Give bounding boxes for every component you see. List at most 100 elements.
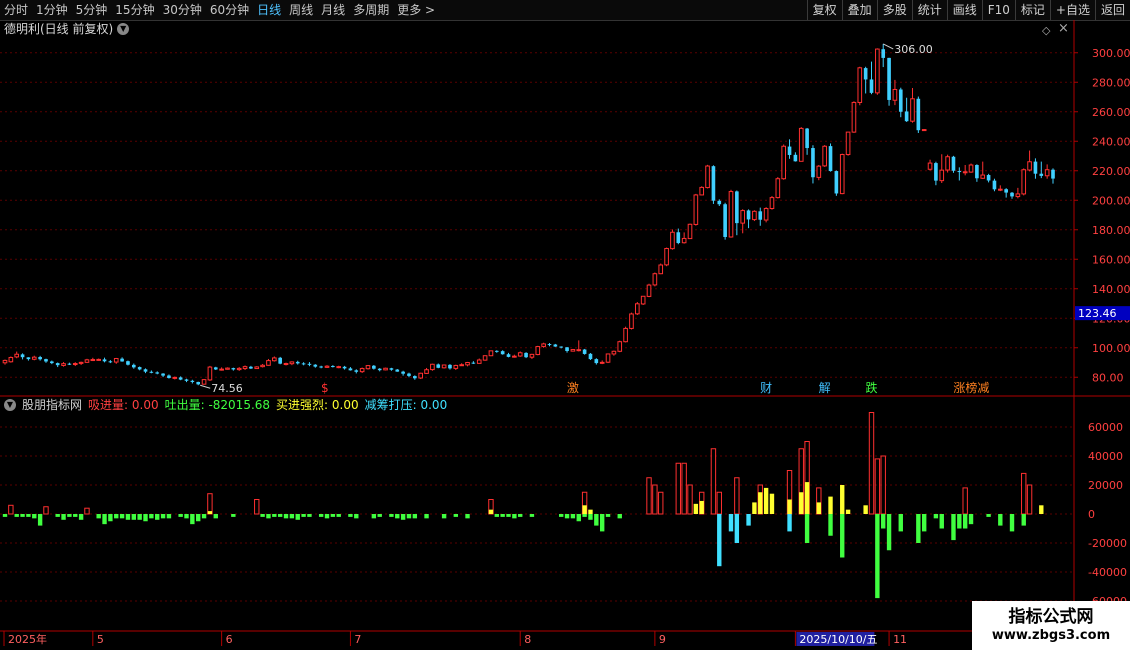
candle-body <box>149 371 154 373</box>
indicator-bar <box>886 514 892 551</box>
indicator-bar <box>8 504 14 515</box>
indicator-bar <box>318 514 324 517</box>
candle-body <box>740 210 746 224</box>
indicator-bar <box>675 462 681 515</box>
indicator-tick-label: -20000 <box>1088 537 1127 550</box>
candle-body <box>61 363 66 366</box>
candle-body <box>407 373 411 376</box>
candle-body <box>904 111 909 122</box>
chevron-down-icon[interactable]: ▼ <box>4 399 16 411</box>
indicator-bar <box>14 514 19 517</box>
indicator-bar <box>588 514 593 520</box>
indicator-bar <box>73 514 78 517</box>
indicator-bar <box>178 514 183 517</box>
candle-body <box>342 366 347 369</box>
candle-body <box>723 204 727 237</box>
indicator-bar <box>424 514 429 519</box>
candle-body <box>167 375 171 378</box>
candle-body <box>687 223 693 240</box>
indicator-bar <box>389 514 394 517</box>
candle-body <box>916 98 921 131</box>
indicator-bar <box>799 492 804 514</box>
candle-body <box>565 347 569 351</box>
watermark: 指标公式网 www.zbgs3.com <box>972 601 1130 650</box>
watermark-title: 指标公式网 <box>1008 606 1094 627</box>
candle-body <box>260 364 265 368</box>
indicator-bar <box>898 514 903 532</box>
high-marker-line <box>882 43 894 50</box>
candle-body <box>623 327 628 343</box>
indicator-bar <box>190 514 195 525</box>
indicator-tick-label: 40000 <box>1088 450 1123 463</box>
indicator-bar <box>570 514 576 519</box>
candle-body <box>90 359 96 362</box>
candle-body <box>986 175 991 181</box>
indicator-tick-label: 0 <box>1088 508 1095 521</box>
indicator-field-1: 吐出量: -82015.68 <box>164 398 271 412</box>
indicator-bar <box>863 505 868 514</box>
candle-body <box>951 156 956 171</box>
candle-body <box>383 367 388 371</box>
indicator-bar <box>37 514 43 526</box>
candle-body <box>529 353 535 358</box>
candle-body <box>524 352 528 358</box>
candle-body <box>231 368 236 370</box>
indicator-bar <box>716 491 722 515</box>
indicator-bar <box>658 491 664 515</box>
candle-body <box>875 48 880 94</box>
candle-body <box>389 368 394 370</box>
indicator-bar <box>687 484 693 515</box>
price-tick-label: 160.00 <box>1092 253 1130 266</box>
candle-body <box>728 191 734 238</box>
indicator-bar <box>752 502 757 514</box>
indicator-bar <box>1021 472 1027 515</box>
candle-body <box>588 353 593 360</box>
indicator-bar <box>289 514 295 519</box>
price-tick-label: 240.00 <box>1092 135 1130 148</box>
indicator-bar <box>763 487 769 514</box>
candle-body <box>207 366 213 381</box>
indicator-bar <box>254 499 260 515</box>
candle-body <box>372 365 376 369</box>
indicator-bar <box>406 514 412 519</box>
candle-body <box>137 367 142 370</box>
indicator-bar <box>119 514 125 519</box>
indicator-bar <box>260 514 265 517</box>
indicator-bar <box>576 514 581 522</box>
candle-body <box>67 363 72 365</box>
chart-canvas[interactable]: 80.00100.00120.00140.00160.00180.00200.0… <box>0 0 1130 650</box>
indicator-field-2: 买进强烈: 0.00 <box>276 398 359 412</box>
indicator-bar <box>951 514 956 541</box>
candle-body <box>670 231 675 250</box>
candle-body <box>658 264 664 275</box>
candle-body <box>1010 192 1014 197</box>
indicator-bar <box>488 509 494 514</box>
indicator-bar <box>868 412 875 515</box>
candle-body <box>892 88 898 101</box>
price-tick-label: 200.00 <box>1092 194 1130 207</box>
candle-body <box>617 341 623 352</box>
indicator-bar <box>143 514 148 522</box>
candle-body <box>278 357 282 364</box>
candle-body <box>44 359 48 362</box>
indicator-bar <box>266 514 271 519</box>
candle-body <box>418 372 424 379</box>
indicator-bar <box>84 507 90 515</box>
indicator-bar <box>957 514 962 529</box>
indicator-bar <box>377 514 382 517</box>
indicator-bar <box>734 477 740 515</box>
high-price-label: 306.00 <box>894 43 933 56</box>
candle-body <box>225 367 230 370</box>
candle-body <box>681 237 687 244</box>
indicator-bar <box>787 499 792 514</box>
watermark-url: www.zbgs3.com <box>991 627 1111 643</box>
price-tick-label: 140.00 <box>1092 283 1130 296</box>
indicator-bar <box>184 514 189 519</box>
indicator-bar <box>828 514 833 536</box>
indicator-bar <box>2 514 8 517</box>
candle-body <box>249 366 253 369</box>
candle-body <box>763 208 769 221</box>
date-label: 7 <box>354 633 361 646</box>
indicator-bar <box>125 514 131 520</box>
indicator-bar <box>746 514 751 526</box>
